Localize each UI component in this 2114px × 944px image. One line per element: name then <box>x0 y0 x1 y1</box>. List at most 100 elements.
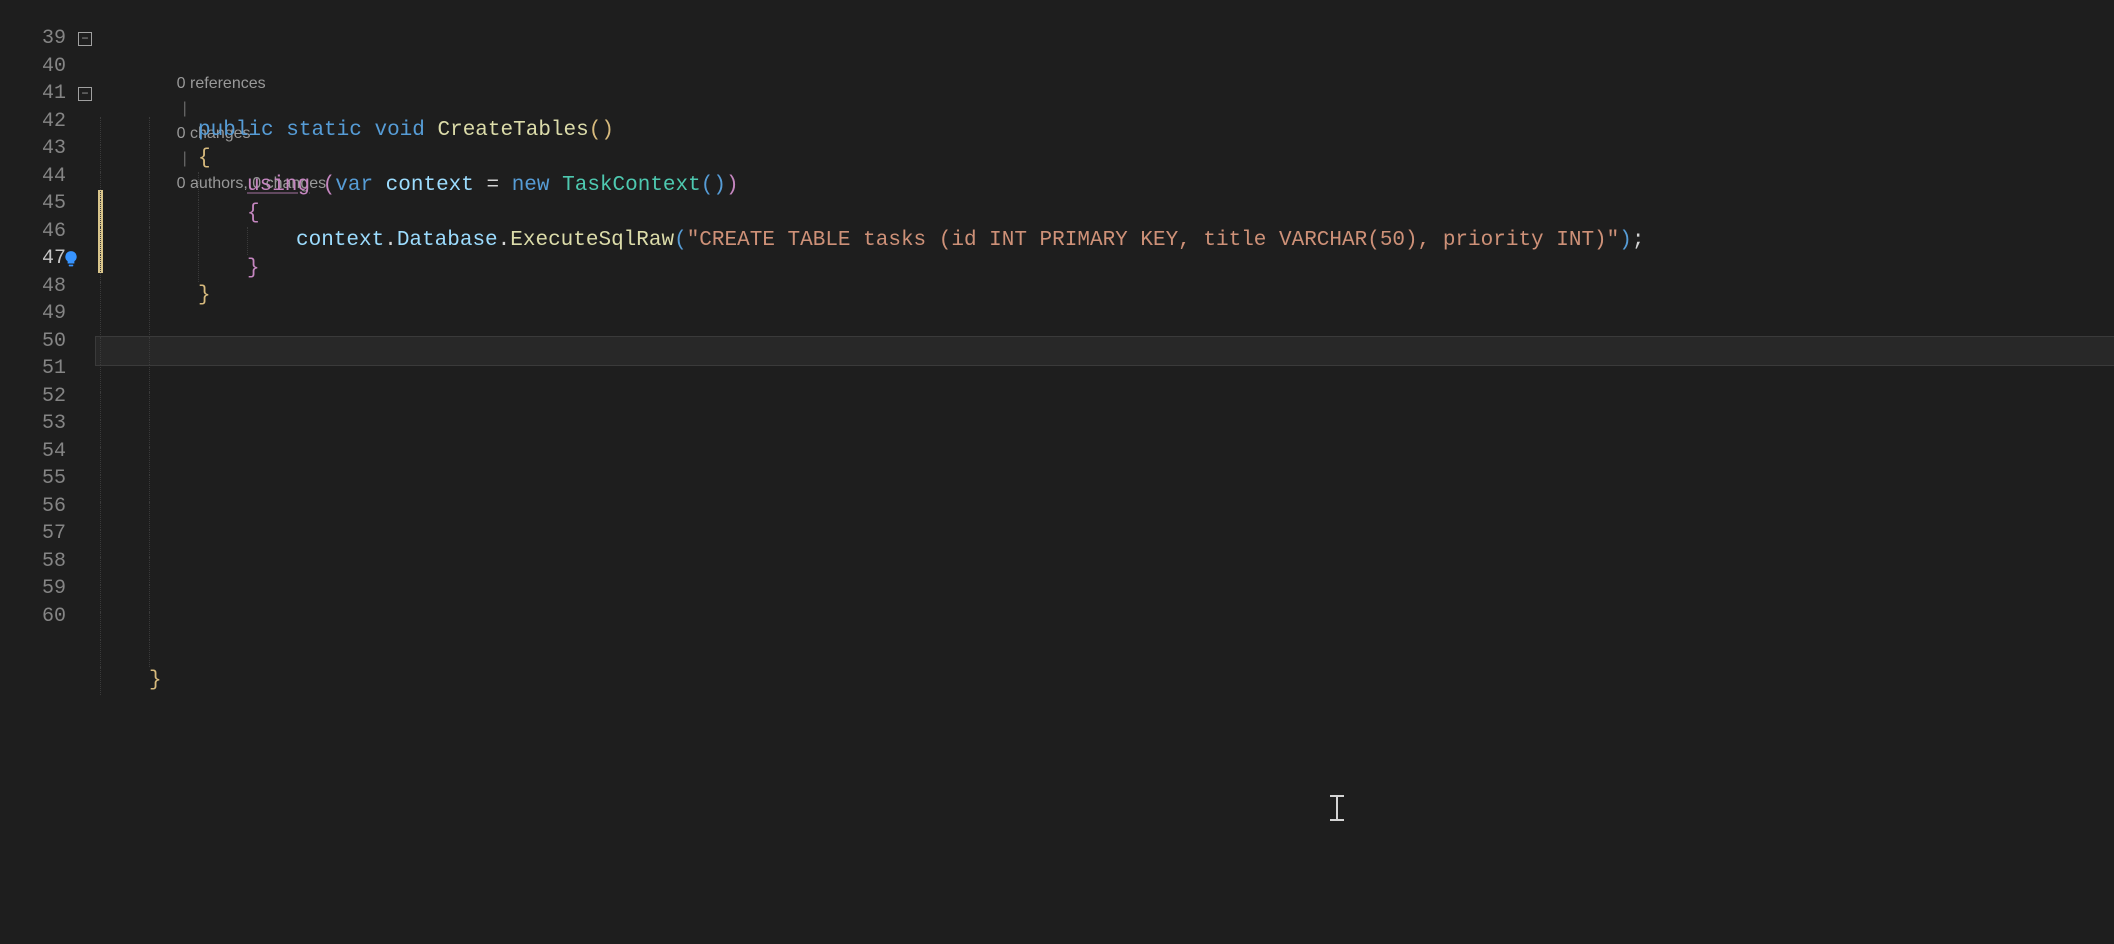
line-number[interactable]: 59 <box>0 575 96 603</box>
code-token: ) <box>713 174 726 197</box>
code-token: ) <box>1619 229 1632 252</box>
fold-minus-icon[interactable]: − <box>78 32 92 46</box>
code-token: public <box>198 119 274 142</box>
indent-guide <box>100 640 101 668</box>
indent-guide <box>149 117 150 145</box>
line-number[interactable]: 53 <box>0 410 96 438</box>
code-token: Database <box>397 229 498 252</box>
code-token: "CREATE TABLE tasks (id INT PRIMARY KEY,… <box>687 229 1620 252</box>
indent-guide <box>149 502 150 530</box>
indent-guide <box>100 282 101 310</box>
line-number[interactable]: 40 <box>0 53 96 81</box>
indent-guide <box>100 502 101 530</box>
indent-guide <box>100 337 101 365</box>
indent-guide <box>100 557 101 585</box>
code-line[interactable] <box>96 640 2114 668</box>
code-line[interactable] <box>96 310 2114 338</box>
code-token: . <box>498 229 511 252</box>
codelens-bar[interactable]: 0 references | 0 changes | 0 authors, 0 … <box>96 46 2114 71</box>
lightbulb-icon[interactable] <box>62 250 80 268</box>
indent-guide <box>149 420 150 448</box>
code-line[interactable] <box>96 557 2114 585</box>
indent-guide <box>149 282 150 310</box>
code-line[interactable] <box>96 502 2114 530</box>
code-token: ( <box>674 229 687 252</box>
indent-guide <box>100 200 101 228</box>
code-token: } <box>247 257 260 280</box>
line-number[interactable]: 44 <box>0 163 96 191</box>
indent-guide <box>149 227 150 255</box>
indent-guide <box>198 227 199 255</box>
indent-guide <box>100 310 101 338</box>
code-token <box>310 174 323 197</box>
indent-guide <box>149 200 150 228</box>
line-number[interactable]: 60 <box>0 603 96 631</box>
code-token <box>550 174 563 197</box>
code-line[interactable]: } <box>96 255 2114 283</box>
code-line[interactable] <box>96 695 2114 723</box>
indent-guide <box>149 475 150 503</box>
indent-guide <box>247 227 248 255</box>
line-number[interactable]: 41− <box>0 80 96 108</box>
indent-guide <box>100 145 101 173</box>
line-number[interactable]: 56 <box>0 493 96 521</box>
line-number[interactable]: 47 <box>0 245 96 273</box>
code-token: ( <box>701 174 714 197</box>
line-number[interactable]: 48 <box>0 273 96 301</box>
indent-guide <box>100 117 101 145</box>
code-line[interactable] <box>96 612 2114 640</box>
code-line[interactable]: using (var context = new TaskContext()) <box>96 172 2114 200</box>
code-token <box>274 119 287 142</box>
code-area[interactable]: 0 references | 0 changes | 0 authors, 0 … <box>96 0 2114 944</box>
code-token: new <box>512 174 550 197</box>
code-token: void <box>374 119 424 142</box>
codelens-references[interactable]: 0 references <box>177 75 266 92</box>
line-number[interactable]: 46 <box>0 218 96 246</box>
line-number[interactable]: 43 <box>0 135 96 163</box>
indent-guide <box>149 365 150 393</box>
editor-gutter: 39−4041−42434445464748495051525354555657… <box>0 0 96 944</box>
line-number[interactable]: 52 <box>0 383 96 411</box>
indent-guide <box>149 447 150 475</box>
line-number[interactable]: 57 <box>0 520 96 548</box>
code-token: CreateTables <box>438 119 589 142</box>
code-line[interactable] <box>96 420 2114 448</box>
indent-guide <box>149 255 150 283</box>
line-number[interactable]: 50 <box>0 328 96 356</box>
line-number[interactable]: 42 <box>0 108 96 136</box>
code-line[interactable] <box>96 365 2114 393</box>
code-editor[interactable]: 39−4041−42434445464748495051525354555657… <box>0 0 2114 944</box>
code-line[interactable] <box>96 475 2114 503</box>
code-line[interactable] <box>96 530 2114 558</box>
line-number[interactable]: 54 <box>0 438 96 466</box>
indent-guide <box>149 172 150 200</box>
line-number[interactable]: 49 <box>0 300 96 328</box>
indent-guide <box>100 585 101 613</box>
code-token: ( <box>589 119 602 142</box>
code-line[interactable] <box>96 585 2114 613</box>
line-number[interactable]: 39− <box>0 25 96 53</box>
code-line[interactable]: } <box>96 282 2114 310</box>
fold-minus-icon[interactable]: − <box>78 87 92 101</box>
code-token: { <box>247 202 260 225</box>
code-line[interactable]: public static void CreateTables() <box>96 117 2114 145</box>
line-number[interactable]: 45 <box>0 190 96 218</box>
code-token: context <box>296 229 384 252</box>
code-token: ) <box>601 119 614 142</box>
line-number[interactable]: 51 <box>0 355 96 383</box>
code-line[interactable]: } <box>96 667 2114 695</box>
code-line[interactable]: context.Database.ExecuteSqlRaw("CREATE T… <box>96 227 2114 255</box>
line-number[interactable]: 55 <box>0 465 96 493</box>
code-line[interactable] <box>96 337 2114 365</box>
code-line[interactable]: { <box>96 200 2114 228</box>
code-token: context <box>386 174 474 197</box>
indent-guide <box>149 585 150 613</box>
code-line[interactable] <box>96 447 2114 475</box>
indent-guide <box>100 392 101 420</box>
code-token: ExecuteSqlRaw <box>510 229 674 252</box>
code-token: = <box>474 174 512 197</box>
code-line[interactable] <box>96 392 2114 420</box>
line-number[interactable]: 58 <box>0 548 96 576</box>
code-token: static <box>286 119 362 142</box>
code-line[interactable]: { <box>96 145 2114 173</box>
